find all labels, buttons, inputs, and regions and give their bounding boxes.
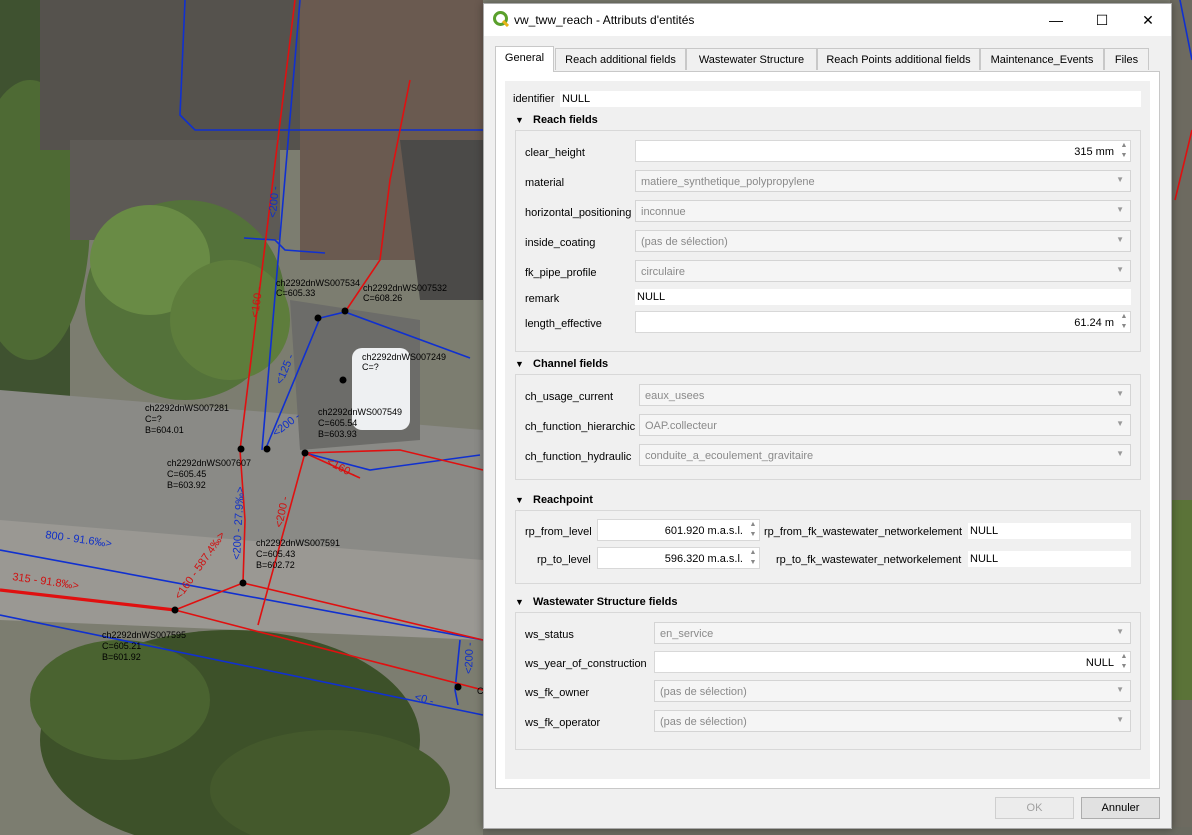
form-area: identifier NULL ▼ Reach fields clear_heig…: [505, 81, 1150, 779]
spinner-arrows-icon[interactable]: ▲ ▼: [747, 520, 759, 540]
general-tab-panel: identifier NULL ▼ Reach fields clear_heig…: [495, 71, 1160, 789]
inside-coating-label: inside_coating: [525, 237, 596, 249]
tab-maintenance-events[interactable]: Maintenance_Events: [980, 48, 1104, 70]
ws-status-combobox[interactable]: en_service ▼: [654, 622, 1131, 644]
chevron-down-icon: ▼: [1116, 235, 1124, 244]
horizontal-positioning-label: horizontal_positioning: [525, 207, 632, 219]
remark-field[interactable]: NULL: [635, 289, 1131, 305]
reach-fields-header[interactable]: ▼ Reach fields: [515, 114, 598, 126]
pipe-label: <200 -: [463, 642, 476, 674]
identifier-label: identifier: [513, 93, 555, 105]
ws-fk-owner-label: ws_fk_owner: [525, 687, 590, 699]
rp-from-level-label: rp_from_level: [525, 526, 592, 538]
chevron-down-icon: ▼: [1116, 627, 1124, 636]
tab-reach-additional-fields[interactable]: Reach additional fields: [555, 48, 686, 70]
minimize-icon[interactable]: —: [1033, 4, 1079, 36]
reachpoint-header[interactable]: ▼ Reachpoint: [515, 494, 593, 506]
title-bar[interactable]: vw_tww_reach - Attributs d'entités — ☐ ✕: [484, 4, 1171, 36]
attributes-dialog: vw_tww_reach - Attributs d'entités — ☐ ✕…: [483, 3, 1172, 829]
spinner-arrows-icon[interactable]: ▲ ▼: [747, 548, 759, 568]
identifier-field[interactable]: NULL: [560, 91, 1141, 107]
ok-button[interactable]: OK: [995, 797, 1074, 819]
inside-coating-combobox[interactable]: (pas de sélection) ▼: [635, 230, 1131, 252]
ws-fields-group: ws_status en_service ▼ ws_year_of_constru…: [515, 612, 1141, 750]
material-combobox[interactable]: matiere_synthetique_polypropylene ▼: [635, 170, 1131, 192]
collapse-arrow-icon: ▼: [515, 115, 524, 125]
collapse-arrow-icon: ▼: [515, 597, 524, 607]
maximize-icon[interactable]: ☐: [1079, 4, 1125, 36]
horizontal-positioning-combobox[interactable]: inconnue ▼: [635, 200, 1131, 222]
cancel-button[interactable]: Annuler: [1081, 797, 1160, 819]
chevron-down-icon: ▼: [1116, 265, 1124, 274]
reach-fields-group: clear_height 315 mm ▲ ▼ material matiere_s…: [515, 130, 1141, 352]
collapse-arrow-icon: ▼: [515, 495, 524, 505]
rp-to-fk-field[interactable]: NULL: [968, 551, 1131, 567]
ch-function-hydraulic-combobox[interactable]: conduite_a_ecoulement_gravitaire ▼: [639, 444, 1131, 466]
spinner-arrows-icon[interactable]: ▲ ▼: [1118, 141, 1130, 161]
fk-pipe-profile-combobox[interactable]: circulaire ▼: [635, 260, 1131, 282]
spinner-arrows-icon[interactable]: ▲ ▼: [1118, 312, 1130, 332]
rp-from-fk-field[interactable]: NULL: [968, 523, 1131, 539]
material-label: material: [525, 177, 565, 189]
ch-function-hierarchic-label: ch_function_hierarchic: [525, 421, 636, 433]
close-icon[interactable]: ✕: [1125, 4, 1171, 36]
channel-fields-group: ch_usage_current eaux_usees ▼ ch_function…: [515, 374, 1141, 480]
chevron-down-icon: ▼: [1116, 205, 1124, 214]
rp-from-fk-label: rp_from_fk_wastewater_networkelement: [764, 526, 963, 538]
length-effective-spinbox[interactable]: 61.24 m ▲ ▼: [635, 311, 1131, 333]
dialog-title: vw_tww_reach - Attributs d'entités: [514, 13, 695, 27]
ch-function-hydraulic-label: ch_function_hydraulic: [525, 451, 632, 463]
ch-function-hierarchic-combobox[interactable]: OAP.collecteur ▼: [639, 414, 1131, 436]
ch-usage-current-label: ch_usage_current: [525, 391, 614, 403]
ws-fk-owner-combobox[interactable]: (pas de sélection) ▼: [654, 680, 1131, 702]
tab-general[interactable]: General: [495, 46, 554, 72]
fk-pipe-profile-label: fk_pipe_profile: [525, 267, 597, 279]
tab-reach-points-additional-fields[interactable]: Reach Points additional fields: [817, 48, 980, 70]
ws-year-spinbox[interactable]: NULL ▲ ▼: [654, 651, 1131, 673]
ws-fields-header[interactable]: ▼ Wastewater Structure fields: [515, 596, 677, 608]
chevron-down-icon: ▼: [1116, 419, 1124, 428]
qgis-logo-icon: [493, 11, 509, 27]
ws-year-label: ws_year_of_construction: [525, 658, 647, 670]
ch-usage-current-combobox[interactable]: eaux_usees ▼: [639, 384, 1131, 406]
rp-to-level-label: rp_to_level: [537, 554, 591, 566]
remark-label: remark: [525, 293, 560, 305]
ws-fk-operator-combobox[interactable]: (pas de sélection) ▼: [654, 710, 1131, 732]
channel-fields-header[interactable]: ▼ Channel fields: [515, 358, 608, 370]
rp-to-fk-label: rp_to_fk_wastewater_networkelement: [776, 554, 962, 566]
clear-height-label: clear_height: [525, 147, 585, 159]
length-effective-label: length_effective: [525, 318, 602, 330]
ws-fk-operator-label: ws_fk_operator: [525, 717, 601, 729]
rp-to-level-spinbox[interactable]: 596.320 m.a.s.l. ▲ ▼: [597, 547, 760, 569]
reachpoint-group: rp_from_level 601.920 m.a.s.l. ▲ ▼ rp_from…: [515, 510, 1141, 584]
rp-from-level-spinbox[interactable]: 601.920 m.a.s.l. ▲ ▼: [597, 519, 760, 541]
spinner-arrows-icon[interactable]: ▲ ▼: [1118, 652, 1130, 672]
tab-files[interactable]: Files: [1104, 48, 1149, 70]
collapse-arrow-icon: ▼: [515, 359, 524, 369]
chevron-down-icon: ▼: [1116, 389, 1124, 398]
chevron-down-icon: ▼: [1116, 685, 1124, 694]
chevron-down-icon: ▼: [1116, 715, 1124, 724]
chevron-down-icon: ▼: [1116, 175, 1124, 184]
tab-wastewater-structure[interactable]: Wastewater Structure: [686, 48, 817, 70]
clear-height-spinbox[interactable]: 315 mm ▲ ▼: [635, 140, 1131, 162]
ws-status-label: ws_status: [525, 629, 574, 641]
chevron-down-icon: ▼: [1116, 449, 1124, 458]
